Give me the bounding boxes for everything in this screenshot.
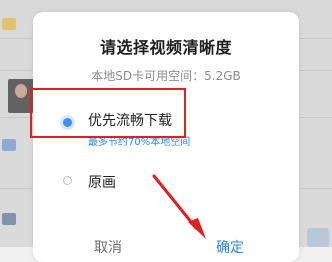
annotation-arrow-icon: [152, 174, 206, 239]
storage-available-text: 本地SD卡可用空间：5.2GB: [91, 69, 241, 83]
annotation-highlight-box: [30, 88, 186, 138]
radio-unselected-icon[interactable]: [63, 176, 72, 185]
option-original-label: 原画: [88, 175, 116, 191]
dialog-title: 请选择视频清晰度: [99, 38, 232, 57]
